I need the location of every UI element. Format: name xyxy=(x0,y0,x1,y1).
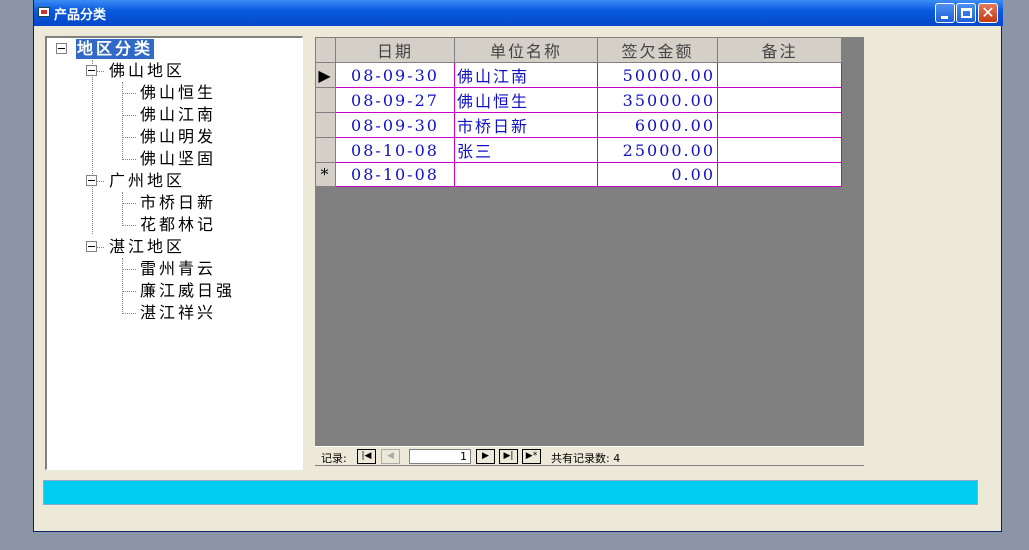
tree-item[interactable]: 佛山恒生 xyxy=(140,83,216,103)
cell-date[interactable]: 08-09-27 xyxy=(335,87,455,113)
records-table: 日期 单位名称 签欠金额 备注 ▶ 08-09-30 佛山江南 50000.00… xyxy=(315,37,842,187)
cell-unit[interactable]: 佛山恒生 xyxy=(454,87,598,113)
maximize-icon xyxy=(961,8,972,18)
cell-date[interactable]: 08-09-30 xyxy=(335,62,455,88)
column-header-amount[interactable]: 签欠金额 xyxy=(597,37,718,63)
cell-amount[interactable]: 35000.00 xyxy=(597,87,718,113)
next-record-button[interactable]: ▶ xyxy=(476,449,495,464)
table-row[interactable]: ▶ 08-09-30 佛山江南 50000.00 xyxy=(315,62,842,88)
cell-amount[interactable]: 0.00 xyxy=(597,162,718,187)
cell-note[interactable] xyxy=(717,112,842,138)
next-record-icon: ▶ xyxy=(482,451,489,461)
maximize-button[interactable] xyxy=(956,3,976,23)
close-button[interactable]: ✕ xyxy=(978,3,998,23)
tree-item[interactable]: 佛山江南 xyxy=(140,105,216,125)
row-selector[interactable] xyxy=(315,112,336,138)
cell-amount[interactable]: 50000.00 xyxy=(597,62,718,88)
corner-selector[interactable] xyxy=(315,37,336,63)
column-header-unit[interactable]: 单位名称 xyxy=(454,37,598,63)
tree-group-1[interactable]: 广州地区 xyxy=(109,171,185,191)
close-icon: ✕ xyxy=(981,3,995,22)
previous-record-icon: ◀ xyxy=(387,451,394,461)
cell-unit[interactable] xyxy=(454,162,598,187)
cell-unit[interactable]: 市桥日新 xyxy=(454,112,598,138)
cell-note[interactable] xyxy=(717,87,842,113)
header-row: 日期 单位名称 签欠金额 备注 xyxy=(315,37,842,63)
row-selector[interactable] xyxy=(315,87,336,113)
previous-record-button[interactable]: ◀ xyxy=(381,449,400,464)
cell-date[interactable]: 08-10-08 xyxy=(335,162,455,187)
table-row[interactable]: 08-09-27 佛山恒生 35000.00 xyxy=(315,87,842,113)
row-selector[interactable] xyxy=(315,137,336,163)
column-header-note[interactable]: 备注 xyxy=(717,37,842,63)
column-header-date[interactable]: 日期 xyxy=(335,37,455,63)
last-record-button[interactable]: ▶| xyxy=(499,449,518,464)
main-window: 产品分类 ✕ 地区分类 佛山地区 佛山恒生 佛山江南 佛山明发 佛山坚固 广州地… xyxy=(33,0,1003,532)
tree-item[interactable]: 廉江威日强 xyxy=(140,281,235,301)
group-2-collapse-toggle[interactable] xyxy=(86,241,97,252)
cell-unit[interactable]: 张三 xyxy=(454,137,598,163)
table-row[interactable]: 08-09-30 市桥日新 6000.00 xyxy=(315,112,842,138)
cell-note[interactable] xyxy=(717,62,842,88)
first-record-button[interactable]: |◀ xyxy=(357,449,376,464)
cell-amount[interactable]: 6000.00 xyxy=(597,112,718,138)
cell-date[interactable]: 08-10-08 xyxy=(335,137,455,163)
cell-note[interactable] xyxy=(717,162,842,187)
new-record-row[interactable]: * 08-10-08 0.00 xyxy=(315,162,842,187)
tree-item[interactable]: 花都林记 xyxy=(140,215,216,235)
form-icon xyxy=(38,7,50,17)
new-record-icon: ▶* xyxy=(525,451,538,461)
tree-item[interactable]: 市桥日新 xyxy=(140,193,216,213)
first-record-icon: |◀ xyxy=(361,451,372,461)
table-row[interactable]: 08-10-08 张三 25000.00 xyxy=(315,137,842,163)
status-bar xyxy=(43,480,978,505)
cell-note[interactable] xyxy=(717,137,842,163)
minimize-icon xyxy=(941,16,948,19)
tree-item[interactable]: 佛山坚固 xyxy=(140,149,216,169)
window-title: 产品分类 xyxy=(54,8,107,23)
cell-amount[interactable]: 25000.00 xyxy=(597,137,718,163)
tree-group-0[interactable]: 佛山地区 xyxy=(109,61,185,81)
group-0-collapse-toggle[interactable] xyxy=(86,65,97,76)
last-record-icon: ▶| xyxy=(503,451,514,461)
tree-root[interactable]: 地区分类 xyxy=(76,39,155,59)
cell-date[interactable]: 08-09-30 xyxy=(335,112,455,138)
current-record-input[interactable]: 1 xyxy=(409,449,471,464)
total-records: 共有记录数: 4 xyxy=(551,452,621,465)
tree-group-2[interactable]: 湛江地区 xyxy=(109,237,185,257)
row-selector[interactable]: ▶ xyxy=(315,62,336,88)
tree-item[interactable]: 湛江祥兴 xyxy=(140,303,216,323)
tree-item[interactable]: 雷州青云 xyxy=(140,259,216,279)
row-selector[interactable]: * xyxy=(315,162,336,187)
record-label: 记录: xyxy=(321,452,347,465)
group-1-collapse-toggle[interactable] xyxy=(86,175,97,186)
record-navigator: 记录: |◀ ◀ 1 ▶ ▶| ▶* 共有记录数: 4 xyxy=(315,446,864,465)
new-record-button[interactable]: ▶* xyxy=(522,449,541,464)
tree-item[interactable]: 佛山明发 xyxy=(140,127,216,147)
root-collapse-toggle[interactable] xyxy=(56,43,67,54)
cell-unit[interactable]: 佛山江南 xyxy=(454,62,598,88)
minimize-button[interactable] xyxy=(935,3,955,23)
records-grid: 日期 单位名称 签欠金额 备注 ▶ 08-09-30 佛山江南 50000.00… xyxy=(315,37,864,466)
region-tree[interactable]: 地区分类 佛山地区 佛山恒生 佛山江南 佛山明发 佛山坚固 广州地区 市桥日新 … xyxy=(45,36,303,470)
title-bar[interactable]: 产品分类 ✕ xyxy=(34,0,1003,26)
